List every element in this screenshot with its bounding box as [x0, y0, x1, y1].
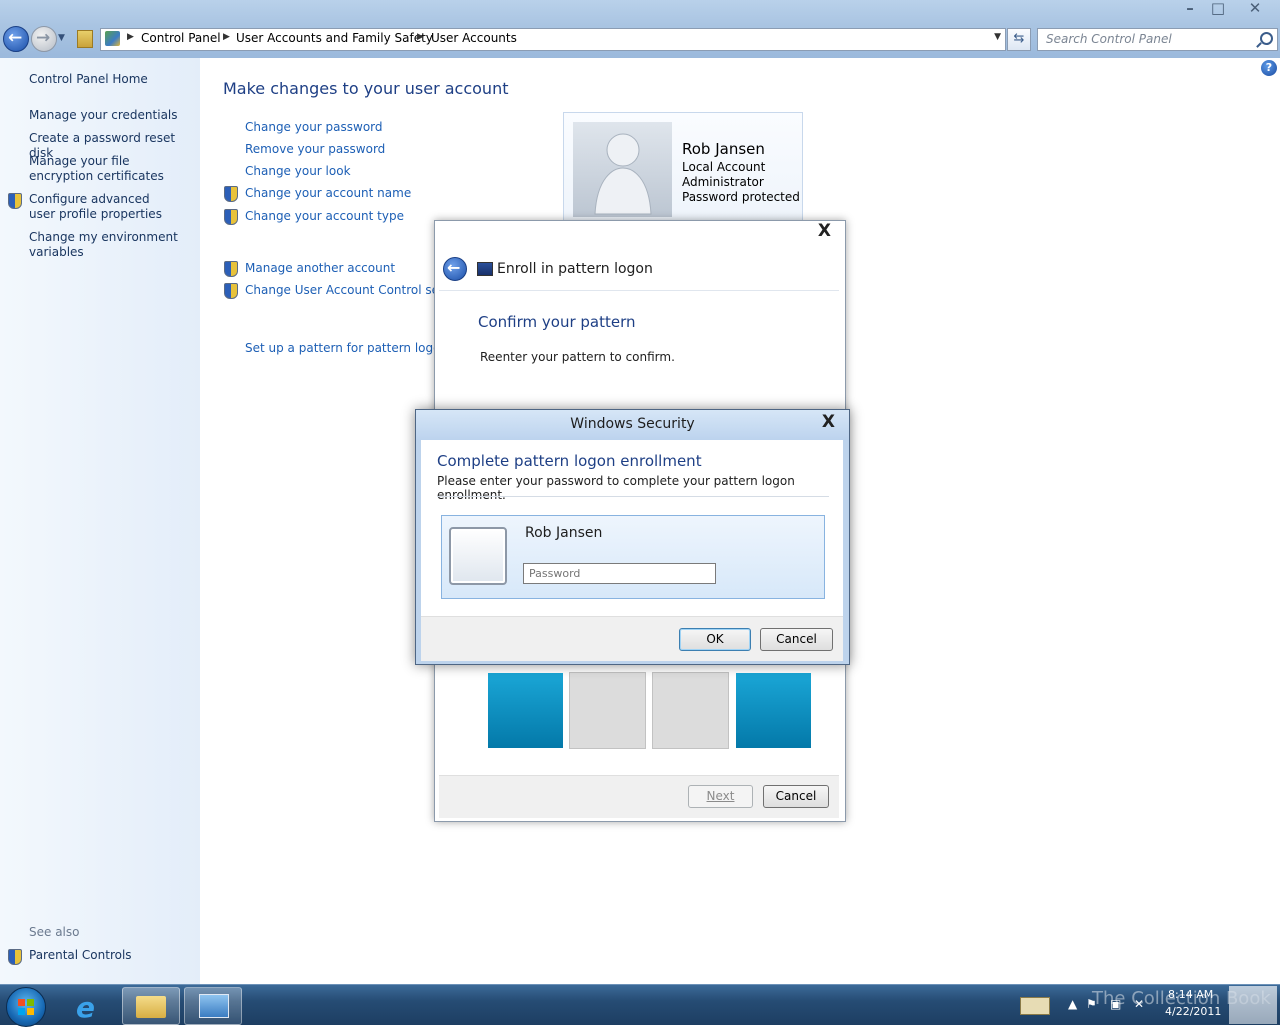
- uac-shield-icon: [224, 186, 238, 202]
- pattern-tile[interactable]: [736, 673, 811, 748]
- recent-pages-dropdown-icon[interactable]: ▼: [58, 33, 65, 43]
- clock-date[interactable]: 4/22/2011: [1165, 1005, 1221, 1018]
- dialog-footer: Next Cancel: [439, 775, 839, 818]
- close-button[interactable]: ✕: [1242, 0, 1268, 18]
- clock-time[interactable]: 8:14 AM: [1168, 988, 1213, 1001]
- pattern-logon-setup-link[interactable]: Set up a pattern for pattern logon: [245, 341, 448, 355]
- uac-settings-link[interactable]: Change User Account Control settin: [245, 283, 459, 297]
- breadcrumb-arrow-icon[interactable]: ▶: [127, 32, 134, 42]
- internet-explorer-taskbar-button[interactable]: e: [62, 987, 118, 1024]
- control-panel-icon: [105, 31, 120, 46]
- remove-password-link[interactable]: Remove your password: [245, 142, 385, 156]
- pattern-tile[interactable]: [652, 672, 729, 749]
- windows-logo-icon: [18, 999, 34, 1015]
- breadcrumb-user-accounts-family-safety[interactable]: User Accounts and Family Safety: [236, 31, 433, 45]
- windows-security-dialog: Windows Security X Complete pattern logo…: [415, 409, 850, 665]
- parental-controls-link[interactable]: Parental Controls: [29, 948, 132, 963]
- search-icon[interactable]: [1260, 32, 1273, 45]
- back-button[interactable]: [3, 26, 29, 52]
- dialog-heading: Complete pattern logon enrollment: [437, 452, 702, 470]
- address-dropdown-icon[interactable]: ▼: [994, 32, 1001, 42]
- breadcrumb-arrow-icon[interactable]: ▶: [417, 32, 424, 42]
- dialog-body: Complete pattern logon enrollment Please…: [421, 440, 843, 616]
- credential-tile[interactable]: Rob Jansen: [441, 515, 825, 599]
- control-panel-taskbar-button[interactable]: [184, 987, 242, 1025]
- change-look-link[interactable]: Change your look: [245, 164, 351, 178]
- change-password-link[interactable]: Change your password: [245, 120, 383, 134]
- page-title: Make changes to your user account: [223, 79, 509, 98]
- task-pane: Control Panel Home Manage your credentia…: [0, 58, 200, 984]
- credential-user-name: Rob Jansen: [525, 525, 603, 541]
- windows-explorer-taskbar-button[interactable]: [122, 987, 180, 1025]
- uac-shield-icon: [8, 193, 22, 209]
- dialog-description: Please enter your password to complete y…: [437, 474, 795, 502]
- forward-button[interactable]: [31, 26, 57, 52]
- user-password-status: Password protected: [682, 190, 800, 204]
- divider: [439, 290, 839, 291]
- search-input[interactable]: Search Control Panel: [1037, 28, 1278, 51]
- user-tile-picture: [449, 527, 507, 585]
- taskbar: e ▲ ⚑ ▣ ✕ The Collection Book 8:14 AM 4/…: [0, 984, 1280, 1027]
- uac-shield-icon: [224, 283, 238, 299]
- dialog-footer: OK Cancel: [421, 616, 843, 661]
- help-icon[interactable]: ?: [1261, 60, 1277, 76]
- show-desktop-button[interactable]: [1229, 986, 1277, 1024]
- cancel-button[interactable]: Cancel: [760, 628, 833, 651]
- ok-button[interactable]: OK: [679, 628, 751, 651]
- next-button[interactable]: Next: [688, 785, 753, 808]
- uac-shield-icon: [8, 949, 22, 965]
- dialog-titlebar: Windows Security X: [416, 410, 849, 440]
- see-also-heading: See also: [29, 925, 80, 939]
- close-icon[interactable]: X: [818, 221, 831, 241]
- sidebar-item-file-encryption[interactable]: Manage your file encryption certificates: [29, 154, 194, 184]
- folder-icon: [136, 996, 166, 1018]
- pattern-logon-icon: [477, 262, 493, 276]
- user-avatar: [573, 122, 672, 217]
- back-button[interactable]: [443, 257, 467, 281]
- change-account-type-link[interactable]: Change your account type: [245, 209, 404, 223]
- refresh-button[interactable]: ⇆: [1007, 28, 1031, 51]
- user-role: Administrator: [682, 175, 764, 189]
- up-folder-icon[interactable]: [77, 30, 93, 48]
- sidebar-item-advanced-profile[interactable]: Configure advanced user profile properti…: [29, 192, 179, 222]
- password-field[interactable]: [523, 563, 716, 584]
- close-icon[interactable]: X: [822, 412, 835, 432]
- dialog-title: Enroll in pattern logon: [497, 261, 653, 277]
- pattern-tile[interactable]: [488, 673, 563, 748]
- breadcrumb-arrow-icon[interactable]: ▶: [223, 32, 230, 42]
- control-panel-home-link[interactable]: Control Panel Home: [29, 72, 148, 87]
- pattern-tile[interactable]: [569, 672, 646, 749]
- dialog-instruction: Reenter your pattern to confirm.: [480, 350, 675, 364]
- show-hidden-icons-icon[interactable]: ▲: [1068, 997, 1077, 1011]
- dialog-heading: Confirm your pattern: [478, 313, 636, 331]
- user-name: Rob Jansen: [682, 140, 765, 158]
- tablet-input-icon[interactable]: [1020, 997, 1050, 1015]
- dialog-title: Windows Security: [570, 416, 695, 432]
- minimize-button[interactable]: –: [1177, 0, 1203, 18]
- start-button[interactable]: [6, 987, 46, 1027]
- internet-explorer-icon: e: [76, 991, 95, 1024]
- user-account-type: Local Account: [682, 160, 766, 174]
- uac-shield-icon: [224, 209, 238, 225]
- breadcrumb-user-accounts[interactable]: User Accounts: [431, 31, 517, 45]
- uac-shield-icon: [224, 261, 238, 277]
- user-silhouette-icon: [594, 133, 652, 215]
- address-bar[interactable]: ▶ Control Panel ▶ User Accounts and Fami…: [100, 28, 1006, 51]
- change-account-name-link[interactable]: Change your account name: [245, 186, 411, 200]
- breadcrumb-control-panel[interactable]: Control Panel: [141, 31, 221, 45]
- manage-another-account-link[interactable]: Manage another account: [245, 261, 395, 275]
- maximize-button[interactable]: □: [1205, 0, 1231, 18]
- sidebar-item-manage-credentials[interactable]: Manage your credentials: [29, 108, 194, 123]
- search-placeholder: Search Control Panel: [1046, 32, 1172, 46]
- control-panel-icon: [199, 994, 229, 1018]
- cancel-button[interactable]: Cancel: [763, 785, 829, 808]
- user-account-card: Rob Jansen Local Account Administrator P…: [563, 112, 803, 224]
- sidebar-item-environment-variables[interactable]: Change my environment variables: [29, 230, 179, 260]
- window-titlebar: – □ ✕ ▼ ▶ Control Panel ▶ User Accounts …: [0, 0, 1280, 58]
- divider: [437, 496, 829, 497]
